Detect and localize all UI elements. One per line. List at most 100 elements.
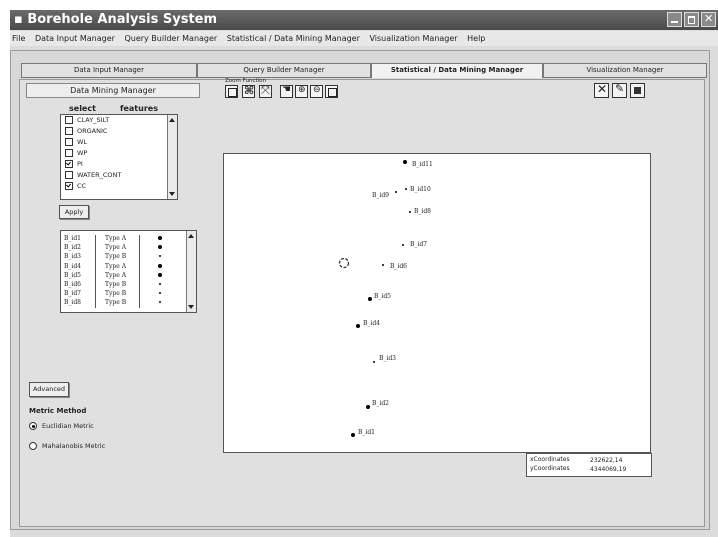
plot-point[interactable] [356, 324, 360, 328]
tab-panel: Data Mining Manager select features CLAY… [19, 78, 705, 527]
plot-point[interactable] [373, 361, 375, 363]
plot-point[interactable] [366, 405, 370, 409]
data-mining-manager-header: Data Mining Manager [26, 83, 200, 98]
result-id: B_id4 [64, 262, 81, 270]
scroll-up-icon[interactable] [169, 118, 175, 122]
result-type: Type A [105, 235, 127, 242]
result-id: B_id2 [64, 244, 81, 252]
result-marker [158, 272, 162, 277]
window-title: ▪ Borehole Analysis System [14, 12, 218, 27]
feature-label: WL [77, 138, 88, 146]
feature-item[interactable]: WL [65, 138, 87, 146]
result-type: Type A [105, 271, 127, 279]
zoom-in-icon[interactable]: ⊕ [295, 85, 308, 98]
plot-point[interactable] [368, 297, 372, 301]
tab-visualization-manager[interactable]: Visualization Manager [543, 63, 707, 78]
results-listbox[interactable]: B_id1 Type A B_id2 Type A B_id3 Type B B_id4 Ty… [60, 230, 197, 313]
edit-icon[interactable]: ✎ [612, 82, 627, 98]
menu-bar: File Data Input Manager Query Builder Ma… [10, 31, 718, 46]
feature-item[interactable]: ORGANIC [65, 127, 107, 135]
result-marker [159, 292, 161, 295]
feature-item[interactable]: WP [65, 149, 87, 157]
feature-checkbox[interactable] [65, 182, 73, 190]
result-type: Type B [105, 253, 127, 261]
minimize-button[interactable] [667, 12, 682, 27]
main-area: Data Input Manager Query Builder Manager… [10, 50, 710, 530]
feature-checkbox[interactable] [65, 116, 73, 124]
result-marker [159, 283, 161, 285]
plot-point-label: B_id11 [412, 161, 433, 168]
plot-point[interactable] [395, 191, 397, 193]
menu-visualization-manager[interactable]: Visualization Manager [369, 31, 457, 46]
feature-checkbox[interactable] [65, 138, 73, 146]
borehole-plot[interactable]: B_id11 B_id9 B_id10 B_id8 B_id7 B_id6 B_id5 B_i… [223, 153, 651, 453]
menu-data-input-manager[interactable]: Data Input Manager [35, 31, 115, 46]
y-coordinate-label: yCoordinates [530, 465, 570, 472]
save-icon[interactable] [225, 85, 238, 98]
advanced-button[interactable]: Advanced [29, 382, 69, 397]
features-listbox[interactable]: CLAY_SILT ORGANIC WL WP PI WATER_CONT CC [60, 114, 178, 200]
tab-query-builder-manager[interactable]: Query Builder Manager [197, 63, 371, 78]
scroll-down-icon[interactable] [169, 192, 175, 196]
mahalanobis-metric-option[interactable]: Mahalanobis Metric [29, 442, 105, 450]
results-scrollbar[interactable] [186, 231, 196, 312]
feature-item[interactable]: WATER_CONT [65, 171, 121, 179]
mahalanobis-radio[interactable] [29, 442, 37, 450]
scroll-up-icon[interactable] [188, 234, 194, 238]
menu-help[interactable]: Help [467, 31, 485, 46]
close-icon: ✕ [704, 12, 714, 25]
tab-data-input-manager[interactable]: Data Input Manager [21, 63, 197, 78]
result-type: Type A [105, 244, 127, 252]
menu-query-builder-manager[interactable]: Query Builder Manager [124, 31, 217, 46]
plot-point[interactable] [382, 264, 384, 266]
plot-point-label: B_id7 [410, 241, 427, 248]
plot-point-label: B_id9 [372, 192, 389, 199]
feature-item[interactable]: PI [65, 160, 83, 168]
feature-checkbox[interactable] [65, 127, 73, 135]
feature-checkbox[interactable] [65, 160, 73, 168]
pan-hand-icon[interactable]: ☚ [280, 84, 293, 98]
feature-checkbox[interactable] [65, 171, 73, 179]
plot-point[interactable] [409, 211, 411, 213]
plot-point-label: B_id6 [390, 263, 407, 270]
euclidian-radio[interactable] [29, 422, 37, 430]
result-marker [158, 263, 162, 268]
result-marker [158, 245, 162, 250]
scroll-down-icon[interactable] [188, 305, 194, 309]
result-marker [158, 236, 162, 240]
plot-point[interactable] [403, 160, 407, 164]
plot-point[interactable] [351, 433, 355, 437]
result-id: B_id3 [64, 253, 81, 261]
zoom-out-icon[interactable]: ⊖ [310, 85, 323, 98]
maximize-button[interactable] [684, 12, 699, 27]
plot-point-label: B_id1 [358, 429, 375, 436]
coordinates-box: xCoordinates 232622,14 yCoordinates 4344… [526, 453, 652, 477]
menu-file[interactable]: File [12, 31, 25, 46]
zoom-fit-icon[interactable]: ⤧ [259, 84, 272, 98]
result-id: B_id7 [64, 290, 81, 298]
print-icon[interactable] [630, 83, 645, 98]
tab-statistical-data-mining-manager[interactable]: Statistical / Data Mining Manager [371, 63, 543, 78]
plot-point[interactable] [402, 244, 404, 246]
euclidian-metric-option[interactable]: Euclidian Metric [29, 422, 94, 430]
result-type: Type A [105, 262, 127, 270]
x-coordinate-value: 232622,14 [590, 457, 623, 464]
feature-item[interactable]: CLAY_SILT [65, 116, 109, 124]
feature-label: WATER_CONT [77, 171, 122, 179]
result-marker [159, 255, 161, 258]
menu-statistical-data-mining-manager[interactable]: Statistical / Data Mining Manager [227, 31, 360, 46]
apply-button[interactable]: Apply [59, 205, 89, 219]
features-scrollbar[interactable] [167, 115, 177, 199]
feature-item[interactable]: CC [65, 182, 86, 190]
result-id: B_id8 [64, 299, 81, 307]
zoom-extent-icon[interactable]: ⌘ [242, 84, 255, 98]
plot-point[interactable] [405, 188, 407, 190]
busy-cursor-icon [338, 257, 350, 269]
close-icon[interactable]: ✕ [594, 82, 609, 98]
result-marker [159, 301, 161, 304]
feature-checkbox[interactable] [65, 149, 73, 157]
zoom-reset-icon[interactable] [325, 85, 338, 98]
plot-point-label: B_id3 [379, 355, 396, 362]
app-window: ▪ Borehole Analysis System ✕ File Data I… [10, 10, 718, 537]
close-button[interactable]: ✕ [701, 12, 716, 27]
